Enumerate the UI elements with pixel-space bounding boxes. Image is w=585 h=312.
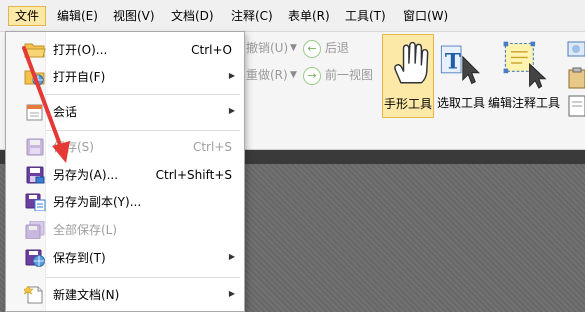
menu-comment[interactable]: 注释(C) bbox=[225, 6, 279, 26]
menu-document[interactable]: 文档(D) bbox=[165, 6, 220, 26]
menu-item-open-from[interactable]: 打开自(F) ▶ bbox=[6, 65, 244, 89]
menu-file[interactable]: 文件 bbox=[8, 6, 47, 26]
menu-window[interactable]: 窗口(W) bbox=[397, 6, 454, 26]
save-copy-icon bbox=[25, 193, 46, 211]
menu-item-save-all[interactable]: 全部保存(L) bbox=[6, 218, 244, 242]
undo-dropdown-icon[interactable]: ▼ bbox=[290, 43, 297, 53]
redo-button[interactable]: 重做(R) bbox=[246, 65, 288, 85]
document-icon[interactable] bbox=[566, 94, 585, 118]
menu-item-save-to[interactable]: 保存到(T) ▶ bbox=[6, 246, 244, 270]
menu-separator bbox=[46, 130, 240, 131]
redo-label: 重做(R) bbox=[246, 68, 288, 82]
menu-item-session[interactable]: 会话 ▶ bbox=[6, 100, 244, 124]
forward-label: 前一视图 bbox=[325, 68, 374, 82]
menu-view[interactable]: 视图(V) bbox=[107, 6, 161, 26]
folder-open-icon bbox=[24, 43, 46, 58]
file-menu-dropdown: 打开(O)... Ctrl+O 打开自(F) ▶ 会话 ▶ 保存(S) Ctrl… bbox=[5, 31, 245, 312]
back-label: 后退 bbox=[325, 41, 350, 55]
edit-annotation-button[interactable]: 编辑注释工具 bbox=[488, 34, 560, 118]
menu-item-save-copy[interactable]: 另存为副本(Y)... bbox=[6, 190, 244, 214]
hand-tool-button[interactable]: 手形工具 bbox=[382, 34, 434, 118]
back-button[interactable]: ← 后退 bbox=[303, 38, 349, 58]
back-arrow-icon: ← bbox=[303, 39, 321, 58]
menu-separator bbox=[46, 277, 240, 278]
folder-web-icon bbox=[24, 70, 45, 86]
submenu-arrow-icon: ▶ bbox=[228, 106, 235, 115]
clipboard-icon[interactable] bbox=[566, 66, 585, 90]
submenu-arrow-icon: ▶ bbox=[228, 252, 235, 261]
forward-button[interactable]: → 前一视图 bbox=[303, 65, 373, 85]
save-as-icon bbox=[26, 166, 45, 184]
hand-icon bbox=[394, 41, 429, 84]
select-text-label: 选取工具 bbox=[436, 96, 485, 110]
session-icon bbox=[26, 104, 43, 121]
save-to-icon bbox=[25, 249, 45, 267]
submenu-arrow-icon: ▶ bbox=[228, 289, 235, 298]
redo-dropdown-icon[interactable]: ▼ bbox=[290, 70, 297, 80]
select-text-button[interactable]: T 选取工具 bbox=[436, 34, 486, 118]
submenu-arrow-icon: ▶ bbox=[228, 71, 235, 80]
menu-item-open[interactable]: 打开(O)... Ctrl+O bbox=[6, 38, 244, 62]
new-document-icon bbox=[24, 286, 43, 304]
annotation-icon bbox=[503, 41, 547, 89]
menu-form[interactable]: 表单(R) bbox=[282, 6, 336, 26]
undo-label: 撤销(U) bbox=[246, 41, 289, 55]
svg-text:T: T bbox=[445, 49, 461, 74]
hand-tool-label: 手形工具 bbox=[383, 97, 432, 111]
menu-item-new-document[interactable]: 新建文档(N) ▶ bbox=[6, 283, 244, 307]
save-icon bbox=[26, 138, 44, 156]
menu-tools[interactable]: 工具(T) bbox=[339, 6, 392, 26]
menu-item-save-as[interactable]: 另存为(A)... Ctrl+Shift+S bbox=[6, 163, 244, 187]
screenshot-icon[interactable] bbox=[566, 38, 585, 62]
menu-bar: 文件 编辑(E) 视图(V) 文档(D) 注释(C) 表单(R) 工具(T) 窗… bbox=[0, 0, 585, 32]
text-cursor-icon: T bbox=[440, 45, 480, 85]
menu-item-save[interactable]: 保存(S) Ctrl+S bbox=[6, 135, 244, 159]
forward-arrow-icon: → bbox=[303, 66, 321, 85]
save-all-icon bbox=[25, 221, 45, 239]
edit-annotation-label: 编辑注释工具 bbox=[488, 96, 561, 110]
menu-separator bbox=[46, 94, 240, 95]
undo-button[interactable]: 撤销(U) bbox=[246, 38, 288, 58]
menu-edit[interactable]: 编辑(E) bbox=[51, 6, 104, 26]
